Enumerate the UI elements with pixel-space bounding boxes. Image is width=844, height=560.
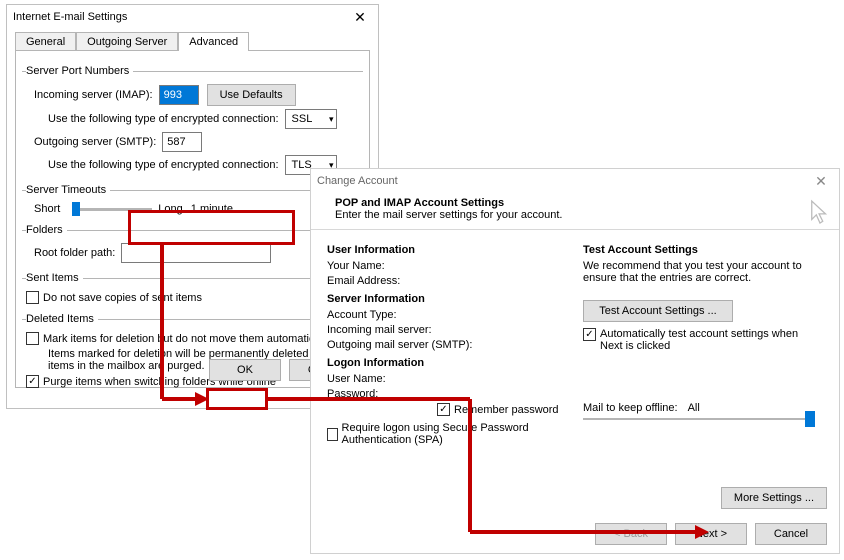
remember-password-checkbox[interactable] — [437, 403, 450, 416]
tab-general[interactable]: General — [15, 32, 76, 51]
more-settings-button[interactable]: More Settings ... — [721, 487, 827, 509]
dlg2-titlebar: Change Account ✕ — [311, 169, 839, 193]
slider-thumb-icon — [72, 202, 80, 216]
close-icon[interactable]: ✕ — [809, 173, 833, 190]
back-button[interactable]: < Back — [595, 523, 667, 545]
mail-to-keep-value: All — [688, 402, 700, 414]
dlg1-titlebar: Internet E-mail Settings ✕ — [7, 5, 378, 29]
cursor-icon — [809, 199, 831, 227]
outgoing-server-label: Outgoing server (SMTP): — [34, 136, 162, 148]
test-account-note: We recommend that you test your account … — [583, 260, 823, 284]
tabstrip: General Outgoing Server Advanced — [7, 29, 378, 51]
spa-label: Require logon using Secure Password Auth… — [342, 422, 567, 446]
tab-advanced[interactable]: Advanced — [178, 32, 249, 51]
dlg2-banner: POP and IMAP Account Settings Enter the … — [311, 193, 839, 230]
email-address-label: Email Address: — [327, 275, 567, 287]
dlg2-right-column: Test Account Settings We recommend that … — [583, 238, 823, 449]
sent-items-checkbox[interactable] — [26, 291, 39, 304]
your-name-label: Your Name: — [327, 260, 567, 272]
outgoing-encryption-value: TLS — [292, 159, 312, 171]
mark-for-deletion-checkbox[interactable] — [26, 332, 39, 345]
ok-button[interactable]: OK — [209, 359, 281, 381]
group-server-port-numbers-label: Server Port Numbers — [26, 65, 133, 77]
group-server-timeouts-label: Server Timeouts — [26, 184, 110, 196]
timeout-short-label: Short — [34, 203, 66, 215]
dlg2-subheading: Enter the mail server settings for your … — [335, 209, 825, 221]
dlg1-title: Internet E-mail Settings — [13, 11, 348, 23]
dlg2-button-bar: < Back Next > Cancel — [595, 523, 827, 545]
tab-outgoing-server[interactable]: Outgoing Server — [76, 32, 178, 51]
group-server-port-numbers: Server Port Numbers Incoming server (IMA… — [22, 65, 363, 178]
group-folders-label: Folders — [26, 224, 67, 236]
user-name-label: User Name: — [327, 373, 567, 385]
use-defaults-button[interactable]: Use Defaults — [207, 84, 296, 106]
change-account-dialog: Change Account ✕ POP and IMAP Account Se… — [310, 168, 840, 554]
group-deleted-items-label: Deleted Items — [26, 313, 98, 325]
account-type-label: Account Type: — [327, 309, 567, 321]
sent-items-checkbox-label: Do not save copies of sent items — [43, 292, 202, 304]
auto-test-checkbox[interactable] — [583, 328, 596, 341]
spa-checkbox[interactable] — [327, 428, 338, 441]
incoming-mail-server-label: Incoming mail server: — [327, 324, 567, 336]
dlg2-heading: POP and IMAP Account Settings — [335, 197, 825, 209]
mail-to-keep-label: Mail to keep offline: — [583, 402, 678, 414]
outgoing-server-port-input[interactable] — [162, 132, 202, 152]
section-logon-information: Logon Information — [327, 357, 567, 369]
password-label: Password: — [327, 388, 567, 400]
mark-for-deletion-label: Mark items for deletion but do not move … — [43, 333, 331, 345]
auto-test-label: Automatically test account settings when… — [600, 328, 810, 352]
purge-checkbox[interactable] — [26, 375, 39, 388]
dlg2-body: User Information Your Name: Email Addres… — [311, 230, 839, 449]
timeout-value: 1 minute — [191, 203, 233, 215]
incoming-encryption-label: Use the following type of encrypted conn… — [48, 113, 285, 125]
incoming-encryption-value: SSL — [292, 113, 313, 125]
root-folder-label: Root folder path: — [34, 247, 121, 259]
test-account-settings-button[interactable]: Test Account Settings ... — [583, 300, 733, 322]
dlg2-title: Change Account — [317, 175, 809, 187]
incoming-server-port-input[interactable] — [159, 85, 199, 105]
remember-password-label: Remember password — [454, 404, 559, 416]
outgoing-encryption-label: Use the following type of encrypted conn… — [48, 159, 285, 171]
slider-thumb-icon — [805, 411, 815, 427]
close-icon[interactable]: ✕ — [348, 9, 372, 26]
cancel-button[interactable]: Cancel — [755, 523, 827, 545]
section-server-information: Server Information — [327, 293, 567, 305]
group-sent-items-label: Sent Items — [26, 272, 83, 284]
mail-to-keep-slider[interactable] — [583, 418, 823, 420]
section-user-information: User Information — [327, 244, 567, 256]
timeout-long-label: Long — [158, 203, 182, 215]
section-test-account-settings: Test Account Settings — [583, 244, 823, 256]
root-folder-input[interactable] — [121, 243, 271, 263]
next-button[interactable]: Next > — [675, 523, 747, 545]
incoming-encryption-combo[interactable]: SSL ▾ — [285, 109, 337, 129]
outgoing-mail-server-label: Outgoing mail server (SMTP): — [327, 339, 567, 351]
timeout-slider[interactable] — [72, 208, 152, 211]
chevron-down-icon: ▾ — [329, 114, 334, 125]
incoming-server-label: Incoming server (IMAP): — [34, 89, 159, 101]
dlg2-left-column: User Information Your Name: Email Addres… — [327, 238, 567, 449]
